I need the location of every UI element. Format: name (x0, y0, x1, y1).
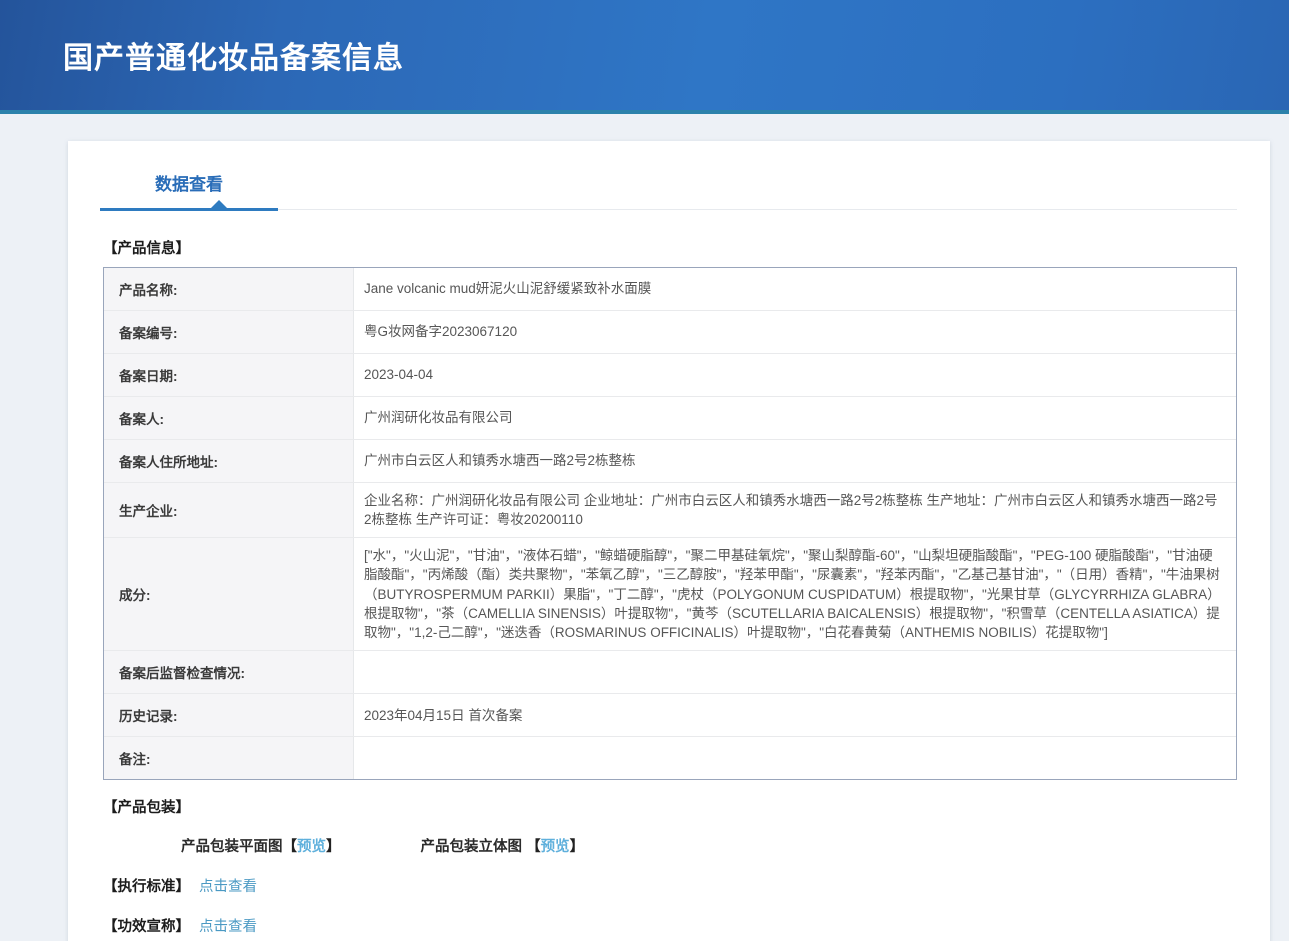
packaging-flat-item: 产品包装平面图【预览】 (181, 835, 341, 856)
table-row-history: 历史记录: 2023年04月15日 首次备案 (104, 693, 1236, 736)
table-row-registrant-address: 备案人住所地址: 广州市白云区人和镇秀水塘西一路2号2栋整栋 (104, 439, 1236, 482)
row-value: 粤G妆网备字2023067120 (354, 314, 1236, 349)
bracket-close: 】 (570, 839, 585, 855)
row-label: 历史记录: (104, 694, 354, 736)
row-value: 企业名称：广州润研化妆品有限公司 企业地址：广州市白云区人和镇秀水塘西一路2号2… (354, 483, 1236, 537)
row-value: ["水"，"火山泥"，"甘油"，"液体石蜡"，"鲸蜡硬脂醇"，"聚二甲基硅氧烷"… (354, 538, 1236, 650)
standards-row: 【执行标准】点击查看 (103, 875, 1237, 896)
packaging-3d-label: 产品包装立体图 (421, 839, 527, 855)
row-label: 备案后监督检查情况: (104, 651, 354, 693)
tab-active-indicator (100, 208, 278, 211)
section-title-efficacy: 【功效宣称】 (103, 919, 190, 935)
section-title-product-info: 【产品信息】 (103, 237, 1237, 258)
row-label: 备案编号: (104, 311, 354, 353)
efficacy-view-link[interactable]: 点击查看 (199, 919, 257, 935)
tab-data-view[interactable]: 数据查看 (100, 170, 278, 209)
standards-view-link[interactable]: 点击查看 (199, 879, 257, 895)
bracket-open: 【 (526, 839, 541, 855)
packaging-flat-label: 产品包装平面图 (181, 839, 283, 855)
table-row-manufacturer: 生产企业: 企业名称：广州润研化妆品有限公司 企业地址：广州市白云区人和镇秀水塘… (104, 482, 1236, 537)
table-row-ingredients: 成分: ["水"，"火山泥"，"甘油"，"液体石蜡"，"鲸蜡硬脂醇"，"聚二甲基… (104, 537, 1236, 650)
row-value: 广州润研化妆品有限公司 (354, 400, 1236, 435)
table-row-supervision: 备案后监督检查情况: (104, 650, 1236, 693)
preview-link-flat[interactable]: 预览 (297, 839, 326, 855)
preview-link-3d[interactable]: 预览 (541, 839, 570, 855)
packaging-links-row: 产品包装平面图【预览】 产品包装立体图 【预览】 (181, 835, 1237, 856)
row-label: 备案日期: (104, 354, 354, 396)
row-value: Jane volcanic mud妍泥火山泥舒缓紧致补水面膜 (354, 271, 1236, 306)
row-label: 生产企业: (104, 483, 354, 537)
row-label: 产品名称: (104, 268, 354, 310)
section-title-standards: 【执行标准】 (103, 879, 190, 895)
row-value (354, 750, 1236, 766)
table-row-registration-number: 备案编号: 粤G妆网备字2023067120 (104, 310, 1236, 353)
table-row-registration-date: 备案日期: 2023-04-04 (104, 353, 1236, 396)
bracket-open: 【 (283, 839, 298, 855)
row-value: 2023-04-04 (354, 357, 1236, 392)
row-label: 备案人住所地址: (104, 440, 354, 482)
table-row-product-name: 产品名称: Jane volcanic mud妍泥火山泥舒缓紧致补水面膜 (104, 268, 1236, 310)
efficacy-row: 【功效宣称】点击查看 (103, 915, 1237, 936)
row-label: 备注: (104, 737, 354, 779)
row-label: 备案人: (104, 397, 354, 439)
row-label: 成分: (104, 538, 354, 650)
table-row-registrant: 备案人: 广州润研化妆品有限公司 (104, 396, 1236, 439)
table-row-remarks: 备注: (104, 736, 1236, 779)
page-header: 国产普通化妆品备案信息 (0, 0, 1289, 114)
packaging-3d-item: 产品包装立体图 【预览】 (421, 835, 585, 856)
page-title: 国产普通化妆品备案信息 (63, 33, 404, 77)
product-table: 产品名称: Jane volcanic mud妍泥火山泥舒缓紧致补水面膜 备案编… (103, 267, 1237, 780)
row-value: 2023年04月15日 首次备案 (354, 698, 1236, 733)
tab-bar: 数据查看 (103, 141, 1237, 210)
row-value (354, 664, 1236, 680)
tab-caret-icon (210, 200, 228, 209)
section-title-packaging: 【产品包装】 (103, 796, 1237, 817)
content-card: 数据查看 【产品信息】 产品名称: Jane volcanic mud妍泥火山泥… (68, 141, 1270, 941)
row-value: 广州市白云区人和镇秀水塘西一路2号2栋整栋 (354, 443, 1236, 478)
tab-divider (103, 209, 1237, 210)
bracket-close: 】 (326, 839, 341, 855)
